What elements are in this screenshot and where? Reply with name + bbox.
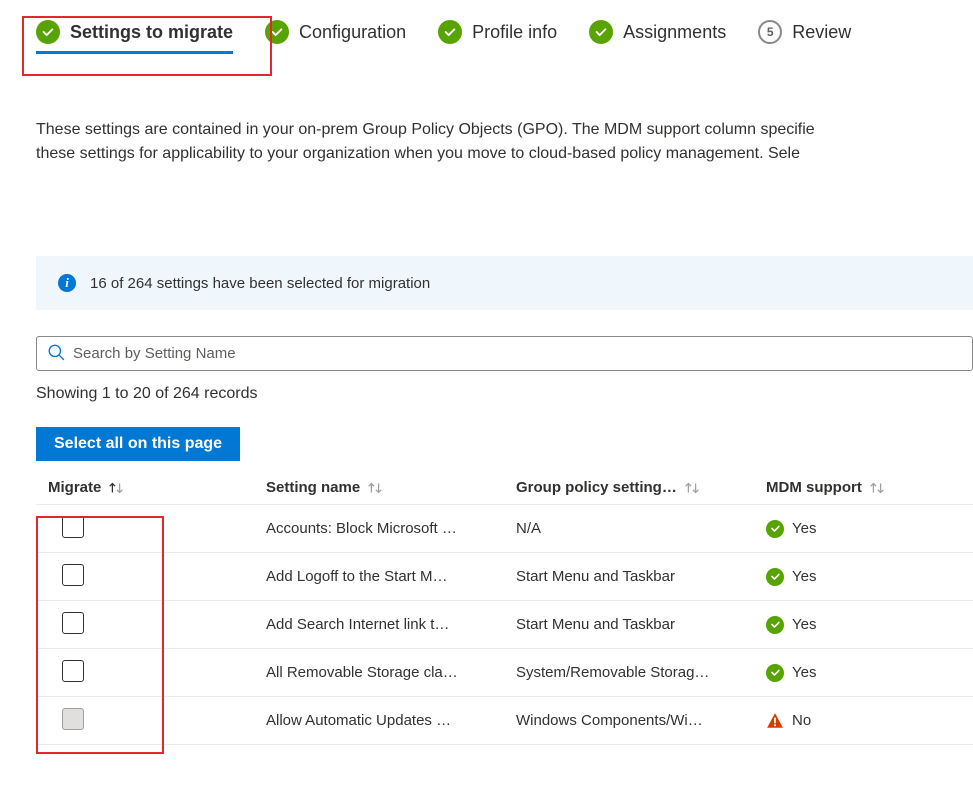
tab-settings-to-migrate[interactable]: Settings to migrate — [36, 20, 233, 54]
search-box[interactable] — [36, 336, 973, 371]
gp-setting-cell: Start Menu and Taskbar — [516, 568, 766, 585]
table-row: Add Search Internet link t…Start Menu an… — [36, 601, 973, 649]
tab-configuration[interactable]: Configuration — [265, 20, 406, 54]
tab-label: Assignments — [623, 22, 726, 43]
column-label: Migrate — [48, 479, 101, 496]
column-header-gp-setting[interactable]: Group policy setting… — [516, 479, 766, 496]
check-circle-icon — [766, 568, 784, 586]
mdm-value: No — [792, 712, 811, 729]
description-line-2: these settings for applicability to your… — [36, 145, 800, 162]
setting-name-cell: Accounts: Block Microsoft … — [266, 520, 516, 537]
setting-name-cell: All Removable Storage cla… — [266, 664, 516, 681]
mdm-value: Yes — [792, 568, 816, 585]
description-text: These settings are contained in your on-… — [0, 70, 973, 166]
sort-icon — [868, 481, 886, 495]
check-icon — [36, 20, 60, 44]
warning-icon — [766, 712, 784, 730]
migrate-checkbox — [62, 708, 84, 730]
table-header-row: Migrate Setting name Group policy settin… — [36, 471, 973, 505]
setting-name-cell: Add Logoff to the Start M… — [266, 568, 516, 585]
sort-icon — [683, 481, 701, 495]
gp-setting-cell: Start Menu and Taskbar — [516, 616, 766, 633]
tab-profile-info[interactable]: Profile info — [438, 20, 557, 54]
sort-icon — [107, 481, 125, 495]
migrate-checkbox[interactable] — [62, 612, 84, 634]
check-circle-icon — [766, 664, 784, 682]
info-message-bar: i 16 of 264 settings have been selected … — [36, 256, 973, 310]
table-row: All Removable Storage cla…System/Removab… — [36, 649, 973, 697]
info-text: 16 of 264 settings have been selected fo… — [90, 275, 430, 292]
column-label: Group policy setting… — [516, 479, 677, 496]
tab-label: Profile info — [472, 22, 557, 43]
check-circle-icon — [766, 520, 784, 538]
mdm-support-cell: No — [766, 712, 956, 730]
search-input[interactable] — [73, 345, 962, 362]
column-header-mdm-support[interactable]: MDM support — [766, 479, 966, 496]
check-icon — [589, 20, 613, 44]
column-label: Setting name — [266, 479, 360, 496]
info-icon: i — [58, 274, 76, 292]
table-row: Accounts: Block Microsoft …N/A Yes — [36, 505, 973, 553]
mdm-support-cell: Yes — [766, 520, 956, 538]
table-row: Allow Automatic Updates …Windows Compone… — [36, 697, 973, 745]
records-count: Showing 1 to 20 of 264 records — [36, 385, 973, 403]
settings-table: Migrate Setting name Group policy settin… — [36, 471, 973, 745]
tab-review[interactable]: 5 Review — [758, 20, 851, 54]
column-label: MDM support — [766, 479, 862, 496]
description-line-1: These settings are contained in your on-… — [36, 121, 815, 138]
setting-name-cell: Add Search Internet link t… — [266, 616, 516, 633]
tab-label: Review — [792, 22, 851, 43]
mdm-value: Yes — [792, 520, 816, 537]
mdm-value: Yes — [792, 664, 816, 681]
select-all-button[interactable]: Select all on this page — [36, 427, 240, 461]
tab-label: Configuration — [299, 22, 406, 43]
table-row: Add Logoff to the Start M…Start Menu and… — [36, 553, 973, 601]
gp-setting-cell: N/A — [516, 520, 766, 537]
mdm-support-cell: Yes — [766, 568, 956, 586]
check-circle-icon — [766, 616, 784, 634]
sort-icon — [366, 481, 384, 495]
tab-label: Settings to migrate — [70, 22, 233, 43]
mdm-value: Yes — [792, 616, 816, 633]
column-header-setting-name[interactable]: Setting name — [266, 479, 516, 496]
mdm-support-cell: Yes — [766, 616, 956, 634]
setting-name-cell: Allow Automatic Updates … — [266, 712, 516, 729]
tab-assignments[interactable]: Assignments — [589, 20, 726, 54]
migrate-checkbox[interactable] — [62, 564, 84, 586]
column-header-migrate[interactable]: Migrate — [36, 479, 266, 496]
migrate-checkbox[interactable] — [62, 660, 84, 682]
gp-setting-cell: Windows Components/Wi… — [516, 712, 766, 729]
migrate-checkbox[interactable] — [62, 516, 84, 538]
search-icon — [47, 343, 65, 364]
step-number-icon: 5 — [758, 20, 782, 44]
check-icon — [265, 20, 289, 44]
mdm-support-cell: Yes — [766, 664, 956, 682]
gp-setting-cell: System/Removable Storag… — [516, 664, 766, 681]
wizard-tabs: Settings to migrate Configuration Profile … — [0, 0, 973, 70]
check-icon — [438, 20, 462, 44]
